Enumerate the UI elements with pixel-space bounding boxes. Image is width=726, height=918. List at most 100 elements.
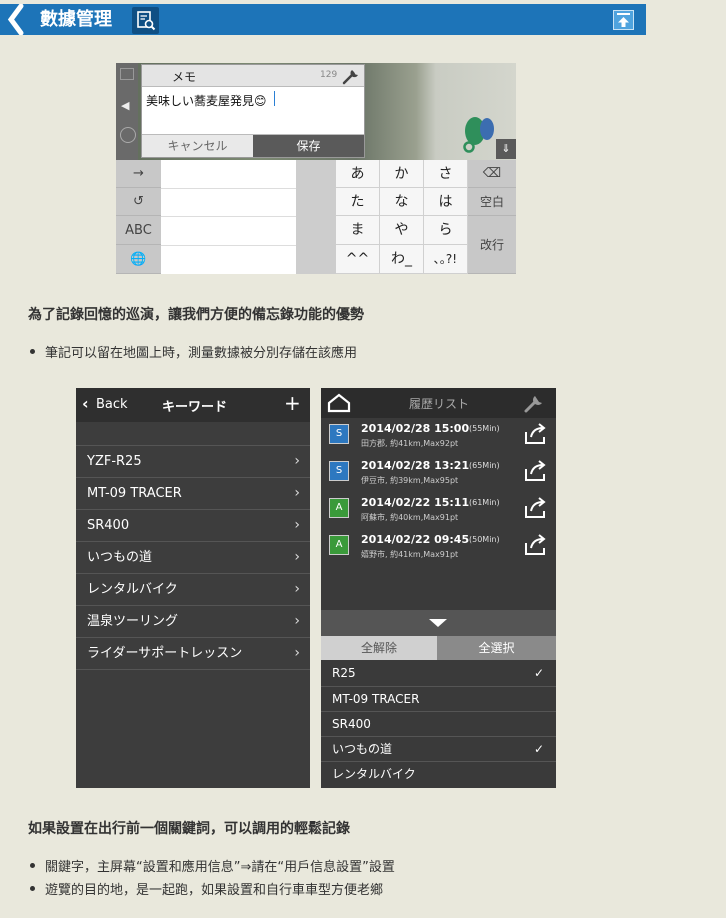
keyboard-undo[interactable]: ↺	[116, 188, 161, 216]
share-icon[interactable]	[523, 533, 549, 557]
page-title: 數據管理	[40, 9, 112, 30]
history-screenshot: 履歴リスト S 2014/02/28 15:00 (55Min) 田方郡, 約4…	[321, 388, 556, 788]
list-item: 筆記可以留在地圖上時，測量數據被分別存儲在該應用	[30, 342, 357, 361]
keyword-screenshot: ‹ Back キーワード + YZF-R25 › MT-09 TRACER › SR…	[76, 388, 310, 788]
chevron-right-icon: ›	[294, 453, 300, 469]
chevron-left-icon[interactable]	[4, 4, 26, 35]
map-markers	[461, 111, 497, 153]
key-wa[interactable]: わ_	[380, 245, 424, 274]
add-icon[interactable]: +	[284, 391, 301, 415]
check-icon: ✓	[533, 666, 544, 680]
collapse-keyboard-icon[interactable]: ⇓	[496, 139, 516, 159]
expand-filter-bar[interactable]	[321, 610, 556, 636]
history-row[interactable]: A 2014/02/22 15:11 (61Min) 阿蘇市, 約40km,Ma…	[321, 492, 556, 529]
section-heading: 如果設置在出行前一個關鍵詞，可以調用的輕鬆記錄	[28, 821, 350, 837]
rank-badge: S	[329, 461, 349, 481]
back-button[interactable]: Back	[96, 397, 128, 412]
key-ha[interactable]: は	[424, 188, 468, 216]
wrench-icon[interactable]	[341, 67, 361, 85]
key-ya[interactable]: や	[380, 216, 424, 245]
list-item[interactable]: レンタルバイク ›	[76, 573, 310, 605]
text-cursor	[274, 91, 275, 106]
back-to-top-icon[interactable]	[613, 10, 634, 30]
candidate-area	[161, 160, 296, 274]
key-punctuation[interactable]: ､｡?!	[424, 245, 468, 274]
list-item: 關鍵字，主屏幕“設置和應用信息”⇒請在“用戶信息設置”設置	[30, 856, 395, 875]
memo-title: メモ	[172, 70, 197, 84]
key-enter[interactable]: 改行	[468, 216, 516, 274]
check-icon: ✓	[533, 742, 544, 756]
wrench-icon[interactable]	[523, 392, 545, 414]
save-button[interactable]: 保存	[253, 134, 364, 157]
history-duration: (50Min)	[469, 535, 500, 544]
history-date: 2014/02/28 13:21	[361, 459, 470, 472]
list-item[interactable]: ライダーサポートレッスン ›	[76, 637, 310, 670]
key-ka[interactable]: か	[380, 160, 424, 188]
key-na[interactable]: な	[380, 188, 424, 216]
list-item[interactable]: いつもの道 ›	[76, 541, 310, 573]
history-row[interactable]: A 2014/02/22 09:45 (50Min) 嬉野市, 約41km,Ma…	[321, 529, 556, 566]
history-row[interactable]: S 2014/02/28 13:21 (65Min) 伊豆市, 約39km,Ma…	[321, 455, 556, 492]
chevron-right-icon: ›	[294, 581, 300, 597]
history-row[interactable]: S 2014/02/28 15:00 (55Min) 田方郡, 約41km,Ma…	[321, 418, 556, 455]
search-document-icon	[132, 7, 159, 34]
select-all-button[interactable]: 全選択	[437, 636, 556, 660]
rank-badge: A	[329, 498, 349, 518]
keyboard-right-arrow[interactable]: →	[116, 160, 161, 188]
key-ra[interactable]: ら	[424, 216, 468, 245]
memo-text-input[interactable]: 美味しい蕎麦屋発見😊	[146, 92, 267, 109]
globe-icon[interactable]: 🌐	[116, 245, 161, 274]
chevron-left-icon[interactable]: ‹	[82, 394, 89, 413]
filter-item[interactable]: R25 ✓	[321, 661, 556, 686]
history-detail: 田方郡, 約41km,Max92pt	[361, 439, 459, 448]
keyboard-abc[interactable]: ABC	[116, 216, 161, 245]
history-duration: (65Min)	[469, 461, 500, 470]
chevron-right-icon: ›	[294, 549, 300, 565]
filter-item[interactable]: いつもの道 ✓	[321, 736, 556, 761]
history-title: 履歴リスト	[409, 397, 470, 411]
keyword-title: キーワード	[162, 400, 228, 415]
history-duration: (61Min)	[469, 498, 500, 507]
history-duration: (55Min)	[469, 424, 500, 433]
clear-all-button[interactable]: 全解除	[321, 636, 437, 660]
history-detail: 伊豆市, 約39km,Max95pt	[361, 476, 459, 485]
memo-dialog: メモ 129 美味しい蕎麦屋発見😊 キャンセル 保存	[141, 64, 365, 158]
keyboard-gap	[296, 160, 336, 274]
key-emoticon[interactable]: ^^	[336, 245, 380, 274]
list-item[interactable]: YZF-R25 ›	[76, 445, 310, 477]
filter-item[interactable]: MT-09 TRACER	[321, 686, 556, 711]
key-space[interactable]: 空白	[468, 188, 516, 216]
link-icon[interactable]	[120, 127, 136, 143]
chevron-right-icon: ›	[294, 517, 300, 533]
list-item[interactable]: SR400 ›	[76, 509, 310, 541]
chevron-right-icon: ›	[294, 613, 300, 629]
history-date: 2014/02/22 15:11	[361, 496, 470, 509]
share-icon[interactable]	[523, 422, 549, 446]
home-icon[interactable]	[327, 393, 351, 413]
filter-item[interactable]: レンタルバイク	[321, 761, 556, 786]
key-ma[interactable]: ま	[336, 216, 380, 245]
key-a[interactable]: あ	[336, 160, 380, 188]
divider	[161, 188, 296, 189]
menu-icon[interactable]	[120, 68, 134, 80]
rank-badge: A	[329, 535, 349, 555]
section-heading: 為了記錄回憶的巡演，讓我們方便的備忘錄功能的優勢	[28, 307, 364, 323]
key-sa[interactable]: さ	[424, 160, 468, 188]
chevron-right-icon: ›	[294, 485, 300, 501]
share-icon[interactable]	[523, 459, 549, 483]
divider	[161, 245, 296, 246]
list-item[interactable]: 温泉ツーリング ›	[76, 605, 310, 637]
divider	[161, 216, 296, 217]
filter-item[interactable]: SR400	[321, 711, 556, 736]
key-ta[interactable]: た	[336, 188, 380, 216]
history-date: 2014/02/22 09:45	[361, 533, 470, 546]
chevron-right-icon: ›	[294, 645, 300, 661]
rank-badge: S	[329, 424, 349, 444]
cancel-button[interactable]: キャンセル	[142, 134, 253, 157]
char-count: 129	[320, 70, 338, 80]
backspace-icon[interactable]: ⌫	[468, 160, 516, 188]
list-item[interactable]: MT-09 TRACER ›	[76, 477, 310, 509]
history-detail: 嬉野市, 約41km,Max91pt	[361, 550, 459, 559]
share-icon[interactable]	[523, 496, 549, 520]
left-arrow-icon[interactable]: ◀	[121, 99, 129, 112]
